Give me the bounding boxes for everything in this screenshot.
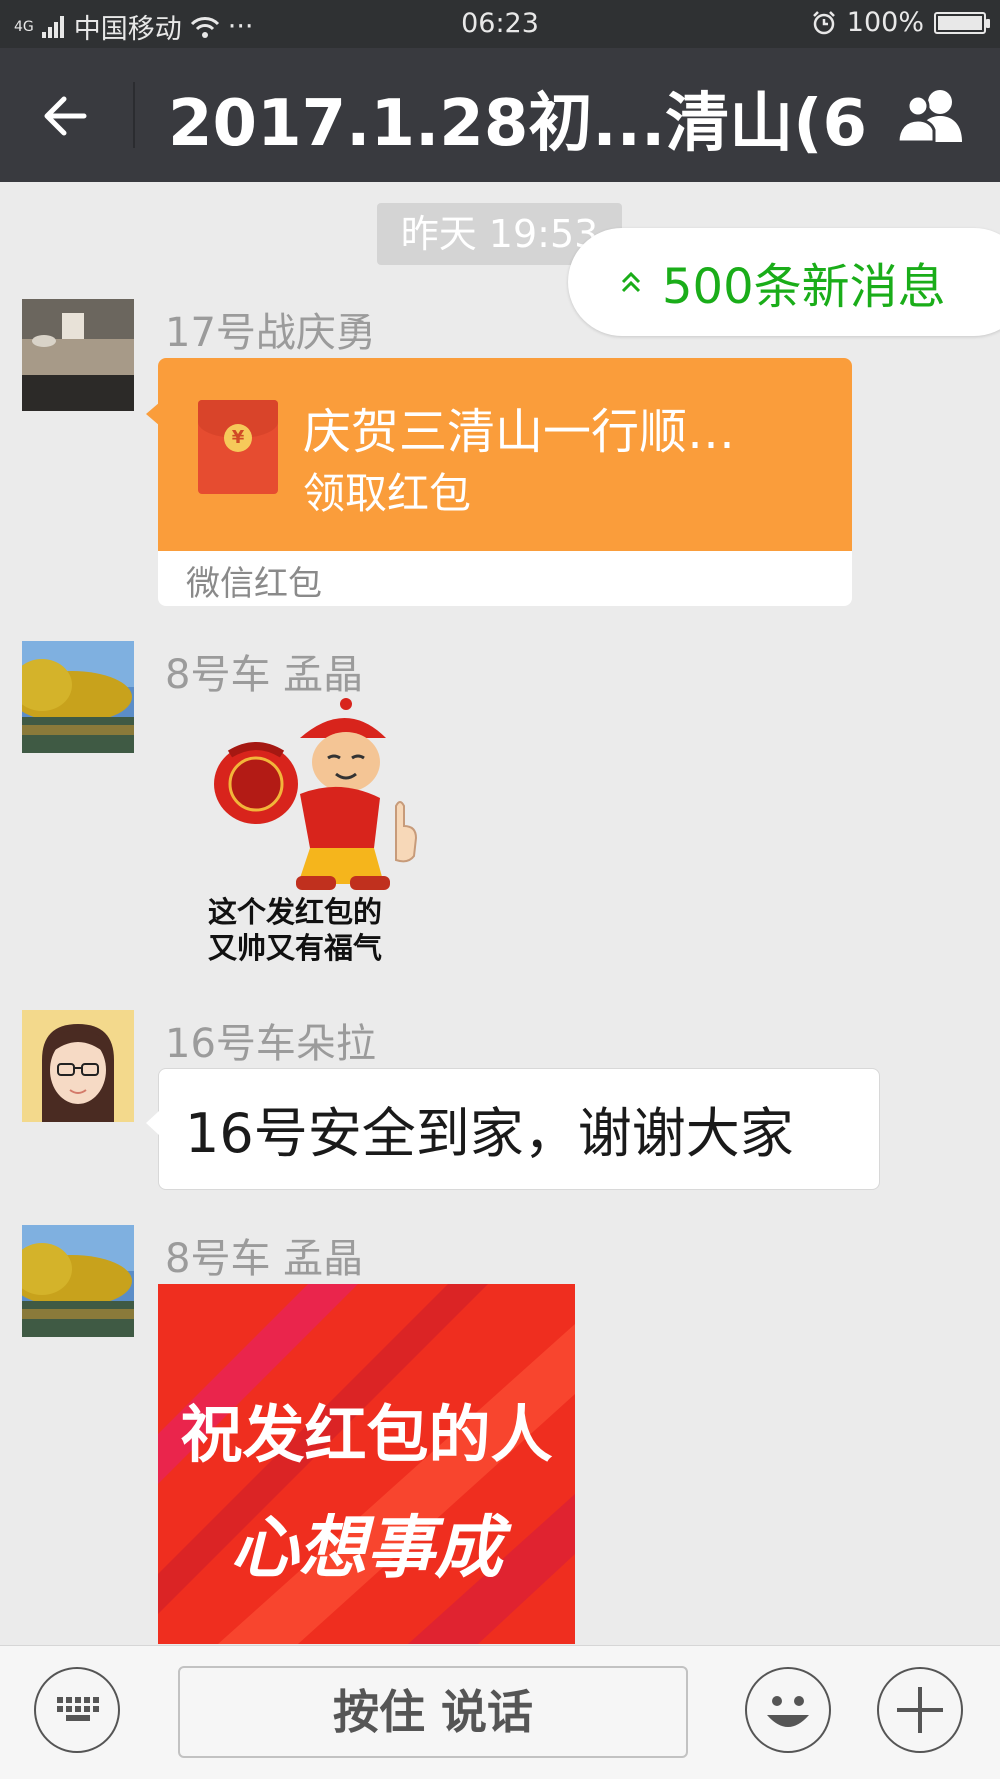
bubble-tail xyxy=(146,402,160,426)
sticker-caption: 这个发红包的 又帅又有福气 xyxy=(160,894,430,966)
red-packet-card[interactable]: ¥ 庆贺三清山一行顺… 领取红包 微信红包 xyxy=(158,358,852,606)
message-text: 16号安全到家，谢谢大家 xyxy=(185,1102,794,1165)
battery-icon xyxy=(934,11,990,34)
image-text-line2: 心想事成 xyxy=(230,1509,503,1588)
red-envelope-icon: ¥ xyxy=(198,400,278,494)
sender-name: 8号车 孟晶 xyxy=(165,652,364,698)
sender-name: 16号车朵拉 xyxy=(165,1021,376,1067)
battery-fill xyxy=(938,15,982,30)
more-options-button[interactable] xyxy=(877,1667,963,1753)
new-messages-count: 500条新消息 xyxy=(662,259,946,315)
red-packet-footer: 微信红包 xyxy=(186,564,322,604)
emoji-button[interactable] xyxy=(745,1667,831,1753)
sticker-caption-line1: 这个发红包的 xyxy=(207,895,382,929)
input-bar: 按住 说话 xyxy=(0,1645,1000,1779)
hold-to-talk-button[interactable]: 按住 说话 xyxy=(178,1666,688,1758)
avatar[interactable] xyxy=(22,1225,134,1337)
image-text-line1: 祝发红包的人 xyxy=(180,1398,553,1471)
image-message[interactable]: 祝发红包的人 心想事成 xyxy=(158,1284,575,1644)
sticker-message[interactable]: 这个发红包的 又帅又有福气 xyxy=(160,698,430,966)
text-message-bubble[interactable]: 16号安全到家，谢谢大家 xyxy=(146,1068,880,1190)
new-messages-banner[interactable]: 500条新消息 xyxy=(568,228,1000,336)
sticker-caption-line2: 又帅又有福气 xyxy=(207,931,382,965)
page-title: 2017.1.28初...清山(60) xyxy=(168,87,868,161)
emoji-icon xyxy=(767,1696,809,1727)
avatar[interactable] xyxy=(22,299,134,411)
avatar[interactable] xyxy=(22,641,134,753)
plus-icon xyxy=(897,1687,943,1733)
group-members-icon[interactable] xyxy=(894,86,970,146)
battery-percent: 100% xyxy=(846,7,924,38)
chat-header: 2017.1.28初...清山(60) xyxy=(0,48,1000,182)
red-packet-title: 庆贺三清山一行顺… xyxy=(303,404,736,460)
title-divider xyxy=(133,82,135,148)
avatar[interactable] xyxy=(22,1010,134,1122)
keyboard-icon xyxy=(57,1697,99,1721)
double-chevron-up-icon xyxy=(621,271,641,293)
status-bar: 4G 中国移动 ··· 06:23 100% xyxy=(0,0,1000,48)
sender-name: 8号车 孟晶 xyxy=(165,1236,364,1282)
sender-name: 17号战庆勇 xyxy=(165,310,376,356)
keyboard-toggle-button[interactable] xyxy=(34,1667,120,1753)
arrow-left-icon[interactable] xyxy=(36,86,96,146)
red-packet-action: 领取红包 xyxy=(303,469,472,518)
alarm-icon xyxy=(812,10,835,34)
